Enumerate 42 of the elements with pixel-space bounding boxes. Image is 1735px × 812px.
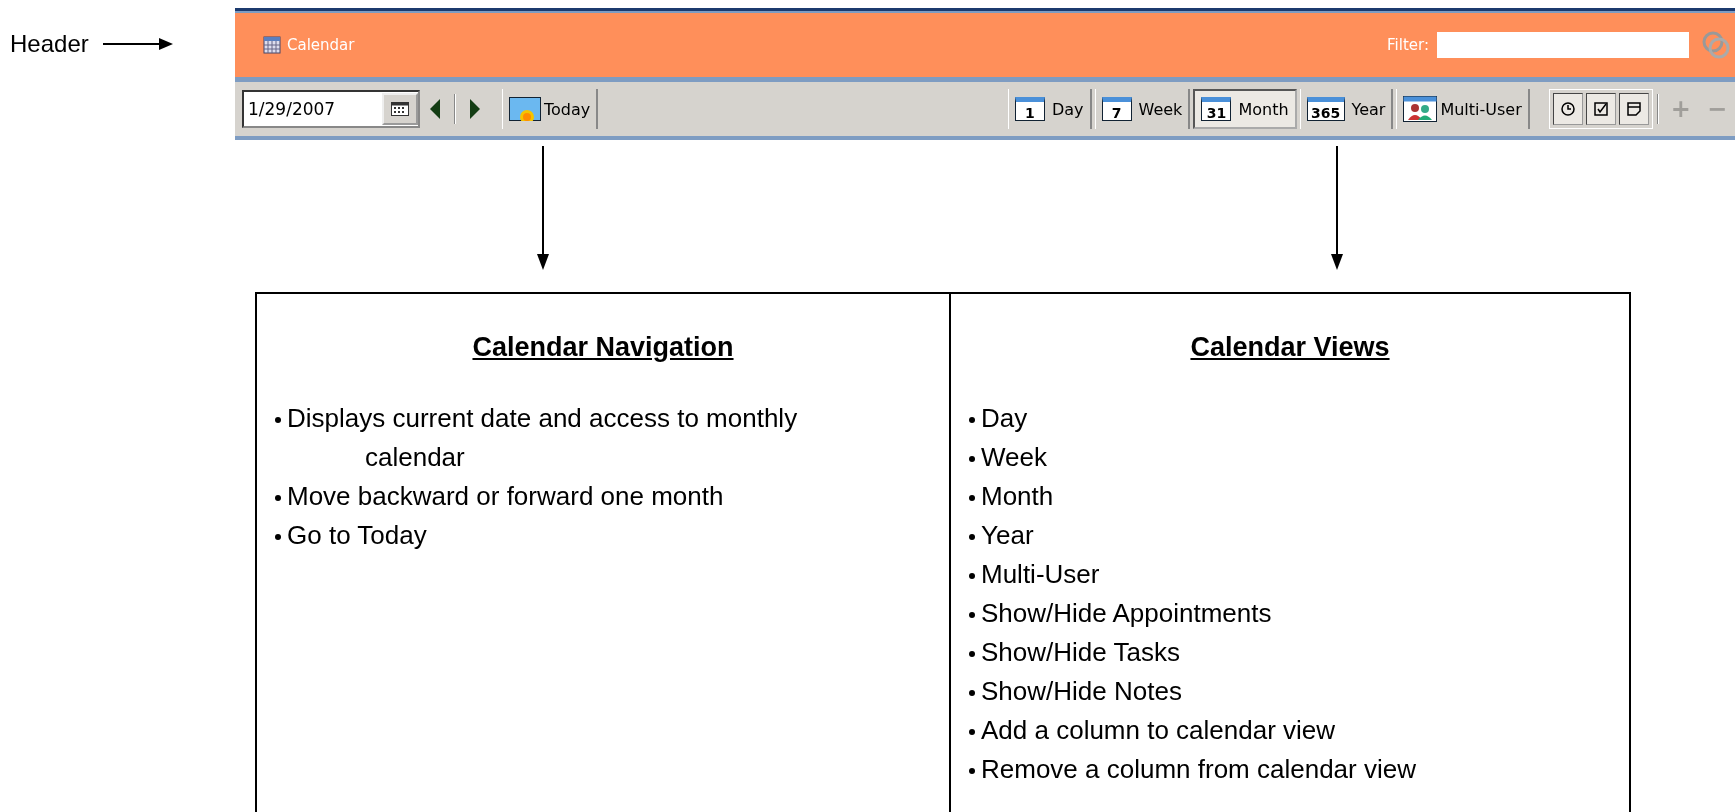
bullet-item: Show/Hide Tasks — [969, 633, 1629, 672]
column-heading: Calendar Views — [1189, 332, 1391, 363]
view-tab[interactable]: 31 Month — [1193, 89, 1297, 129]
bullet-item: Show/Hide Notes — [969, 672, 1629, 711]
bullet-item: Week — [969, 438, 1629, 477]
filter-label: Filter: — [1387, 36, 1429, 54]
view-tab[interactable]: 365 Year — [1299, 89, 1394, 129]
view-tab[interactable]: Multi-User — [1396, 89, 1530, 129]
clock-toggle[interactable] — [1552, 93, 1583, 125]
view-tab[interactable]: 1 Day — [1007, 89, 1092, 129]
filter-field[interactable] — [1437, 32, 1689, 58]
column-heading: Calendar Navigation — [471, 332, 735, 363]
bullet-item: Go to Today — [275, 516, 949, 555]
arrow-icon — [536, 146, 550, 270]
bullet-item: Day — [969, 399, 1629, 438]
header-label: Header — [10, 30, 89, 58]
users-icon — [1403, 96, 1438, 122]
app-title: Calendar — [287, 36, 355, 54]
bullet-item: Add a column to calendar view — [969, 711, 1629, 750]
arrow-icon — [1330, 146, 1344, 270]
bullet-item: Move backward or forward one month — [275, 477, 949, 516]
note-toggle[interactable] — [1618, 93, 1649, 125]
date-field[interactable]: 1/29/2007 — [242, 90, 420, 128]
calendar-picker-button[interactable] — [382, 93, 418, 125]
bullet-item: Show/Hide Appointments — [969, 594, 1629, 633]
previous-button[interactable] — [428, 98, 442, 120]
bullet-item: Displays current date and access to monthly calendar — [275, 399, 949, 477]
next-button[interactable] — [468, 98, 482, 120]
arrow-icon — [102, 37, 173, 51]
sunrise-icon — [509, 97, 541, 121]
today-button[interactable]: Today — [502, 89, 599, 129]
view-tab[interactable]: 7 Week — [1094, 89, 1191, 129]
calendar-icon — [263, 36, 281, 54]
bullet-item: Year — [969, 516, 1629, 555]
checkbox-toggle[interactable] — [1585, 93, 1616, 125]
bullet-item: Remove a column from calendar view — [969, 750, 1629, 789]
checkbox-icon — [1592, 101, 1609, 117]
calendar-icon — [391, 102, 409, 116]
bullet-item: Multi-User — [969, 555, 1629, 594]
note-icon — [1625, 101, 1642, 117]
clock-icon — [1559, 101, 1576, 117]
bullet-item: Month — [969, 477, 1629, 516]
